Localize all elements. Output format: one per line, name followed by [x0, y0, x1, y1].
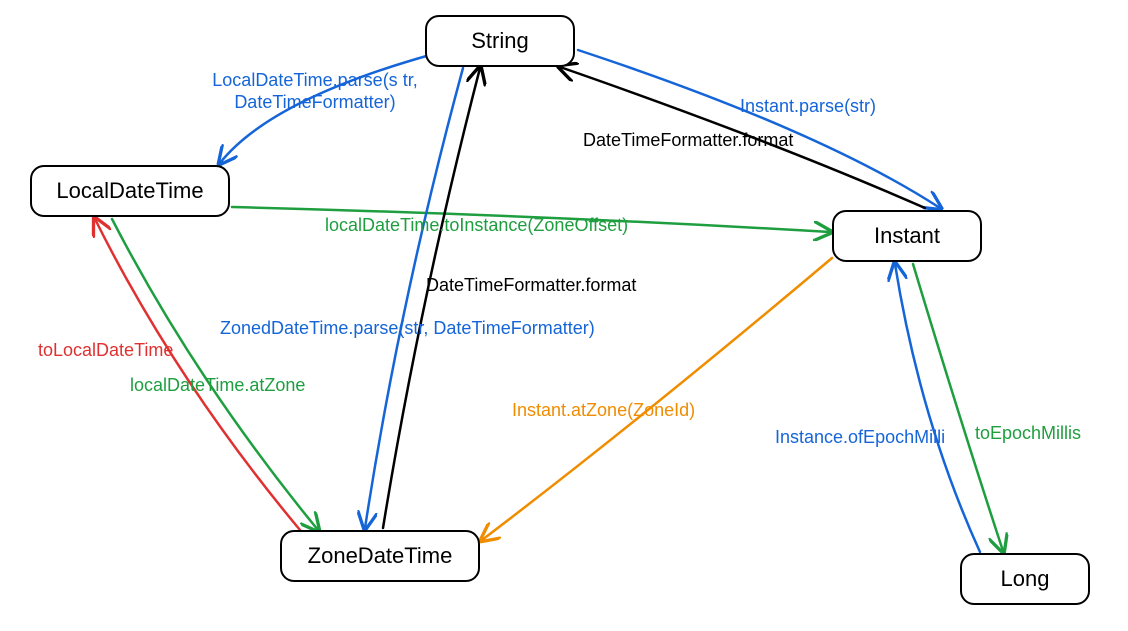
edge-instant-to-long — [913, 264, 1003, 551]
label-zoneddatetime-parse: ZonedDateTime.parse(str, DateTimeFormatt… — [220, 318, 595, 340]
node-label: LocalDateTime — [56, 178, 203, 204]
arrows-layer — [0, 0, 1128, 631]
node-string: String — [425, 15, 575, 67]
node-label: Long — [1001, 566, 1050, 592]
node-label: String — [471, 28, 528, 54]
edge-zonedatetime-to-string-black — [383, 68, 480, 528]
edge-long-to-instant — [895, 264, 980, 552]
label-localdatetime-atzone: localDateTime.atZone — [130, 375, 305, 397]
node-long: Long — [960, 553, 1090, 605]
label-dtf-format-zdt: DateTimeFormatter.format — [426, 275, 636, 297]
label-instant-parse: Instant.parse(str) — [740, 96, 876, 118]
label-localdatetime-parse: LocalDateTime.parse(s tr, DateTimeFormat… — [185, 70, 445, 113]
diagram-stage: { "nodes": { "string": { "label": "Strin… — [0, 0, 1128, 631]
node-localdatetime: LocalDateTime — [30, 165, 230, 217]
label-instance-ofepochmilli: Instance.ofEpochMilli — [775, 427, 945, 449]
label-localdatetime-toinstance: localDateTime.toInstance(ZoneOffset) — [325, 215, 628, 237]
node-label: ZoneDateTime — [308, 543, 453, 569]
node-zonedatetime: ZoneDateTime — [280, 530, 480, 582]
label-dtf-format-instant: DateTimeFormatter.format — [583, 130, 793, 152]
node-label: Instant — [874, 223, 940, 249]
edge-instant-to-zonedatetime — [482, 258, 832, 540]
label-toepochmillis: toEpochMillis — [975, 423, 1081, 445]
label-instant-atzone: Instant.atZone(ZoneId) — [512, 400, 695, 422]
edge-string-to-instant — [578, 50, 940, 208]
node-instant: Instant — [832, 210, 982, 262]
label-tolocaldatetime: toLocalDateTime — [38, 340, 173, 362]
edge-string-to-zonedatetime-blue — [365, 68, 463, 528]
